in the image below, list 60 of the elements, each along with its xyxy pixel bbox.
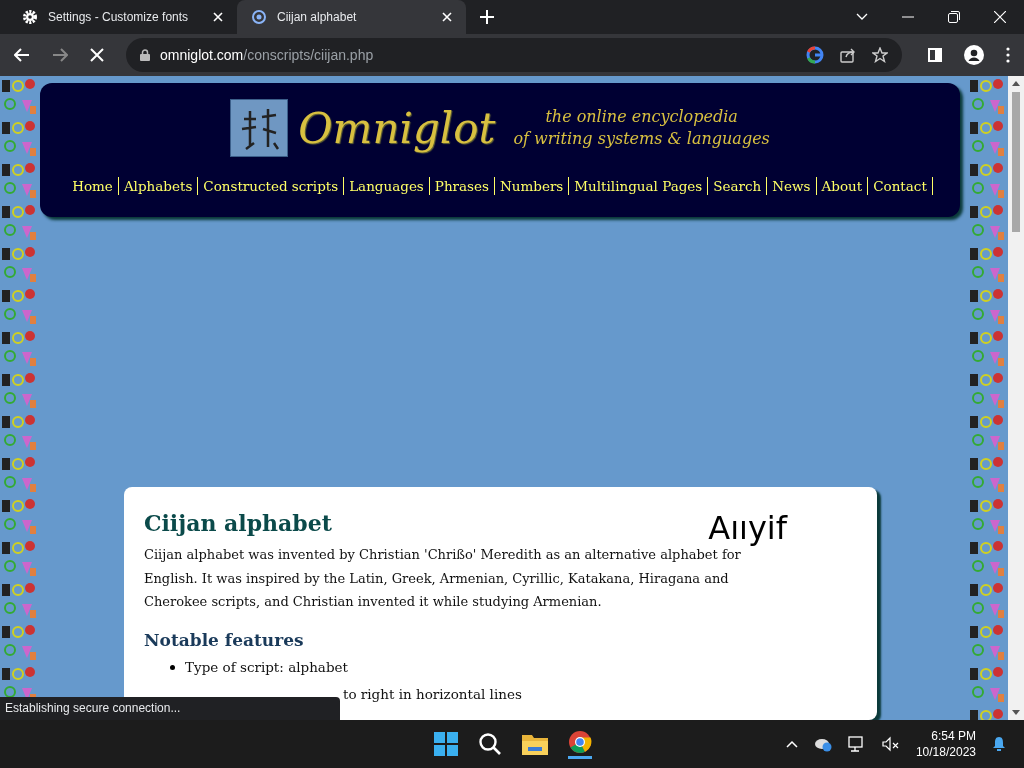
browser-tab[interactable]: Ciijan alphabet bbox=[237, 0, 466, 34]
list-item: to right in horizontal lines bbox=[343, 686, 522, 702]
folder-icon[interactable] bbox=[522, 733, 548, 755]
nav-link[interactable]: Multilingual Pages bbox=[569, 177, 709, 195]
close-icon[interactable] bbox=[994, 11, 1006, 23]
star-icon[interactable] bbox=[872, 47, 888, 63]
restore-icon[interactable] bbox=[948, 11, 960, 23]
bell-icon[interactable] bbox=[992, 736, 1006, 752]
search-icon[interactable] bbox=[478, 732, 502, 756]
nav-link[interactable]: About bbox=[816, 177, 869, 195]
tagline-text: of writing systems & languages bbox=[513, 128, 770, 150]
spinner-icon bbox=[251, 9, 267, 25]
nav-link[interactable]: Alphabets bbox=[118, 177, 199, 195]
share-icon[interactable] bbox=[840, 47, 856, 63]
chevron-up-icon[interactable] bbox=[785, 740, 798, 748]
stop-icon[interactable] bbox=[90, 48, 104, 62]
clock-time[interactable]: 6:54 PM bbox=[931, 728, 976, 744]
back-arrow-icon[interactable] bbox=[14, 48, 30, 62]
scroll-thumb[interactable] bbox=[1012, 92, 1020, 232]
section-heading: Notable features bbox=[144, 629, 305, 650]
lock-icon bbox=[140, 49, 150, 61]
url-text: omniglot.com/conscripts/ciijan.php bbox=[160, 47, 374, 63]
scrollbar[interactable] bbox=[1008, 76, 1024, 720]
g-logo-icon[interactable] bbox=[806, 46, 824, 64]
list-item: Type of script: alphabet bbox=[185, 659, 348, 675]
nav-link[interactable]: Languages bbox=[344, 177, 430, 195]
speaker-muted-icon[interactable] bbox=[881, 736, 900, 752]
clock-date[interactable]: 10/18/2023 bbox=[915, 744, 976, 760]
gear-icon bbox=[22, 9, 38, 25]
side-panel-icon[interactable] bbox=[928, 48, 942, 62]
network-icon[interactable] bbox=[847, 736, 866, 752]
close-icon[interactable] bbox=[442, 12, 452, 22]
menu-icon[interactable] bbox=[1006, 47, 1010, 63]
forward-arrow-icon bbox=[52, 48, 68, 62]
nav-link[interactable]: Phrases bbox=[429, 177, 495, 195]
chevron-down-icon[interactable] bbox=[856, 13, 868, 21]
article-title: Ciijan alphabet bbox=[144, 509, 332, 537]
tagline-text: the online encyclopedia bbox=[545, 106, 738, 128]
cloud-icon[interactable] bbox=[813, 736, 832, 752]
nav-link[interactable]: News bbox=[767, 177, 817, 195]
address-bar[interactable]: omniglot.com/conscripts/ciijan.php bbox=[126, 38, 902, 72]
nav-link[interactable]: Contact bbox=[868, 177, 933, 195]
logo-icon bbox=[230, 99, 289, 157]
status-bubble: Establishing secure connection... bbox=[0, 697, 341, 720]
close-icon[interactable] bbox=[213, 12, 223, 22]
bullet-icon bbox=[170, 664, 175, 670]
nav-link[interactable]: Numbers bbox=[494, 177, 570, 195]
script-sample: Aııyif bbox=[708, 509, 787, 549]
windows-start-icon[interactable] bbox=[434, 732, 458, 756]
site-logo[interactable]: Omniglot bbox=[298, 103, 496, 153]
profile-icon[interactable] bbox=[964, 45, 984, 65]
nav-link[interactable]: Home bbox=[67, 177, 119, 195]
scroll-up-icon[interactable] bbox=[1012, 81, 1020, 86]
scroll-down-icon[interactable] bbox=[1012, 710, 1020, 715]
new-tab-icon[interactable] bbox=[480, 10, 494, 24]
intro-paragraph: Ciijan alphabet was invented by Christian 'Chrißo' Meredith as an alternative alphabet for English. It was inspired by the Latin, Greek, Armenian, Cyrillic, Katakana, Hiragana and Cherokee scripts, and Christian invented it while studying Armenian. bbox=[144, 546, 742, 611]
browser-tab[interactable]: Settings - Customize fonts bbox=[8, 0, 237, 34]
nav-link[interactable]: Constructed scripts bbox=[198, 177, 345, 195]
chrome-icon[interactable] bbox=[568, 729, 592, 759]
nav-link[interactable]: Search bbox=[708, 177, 768, 195]
